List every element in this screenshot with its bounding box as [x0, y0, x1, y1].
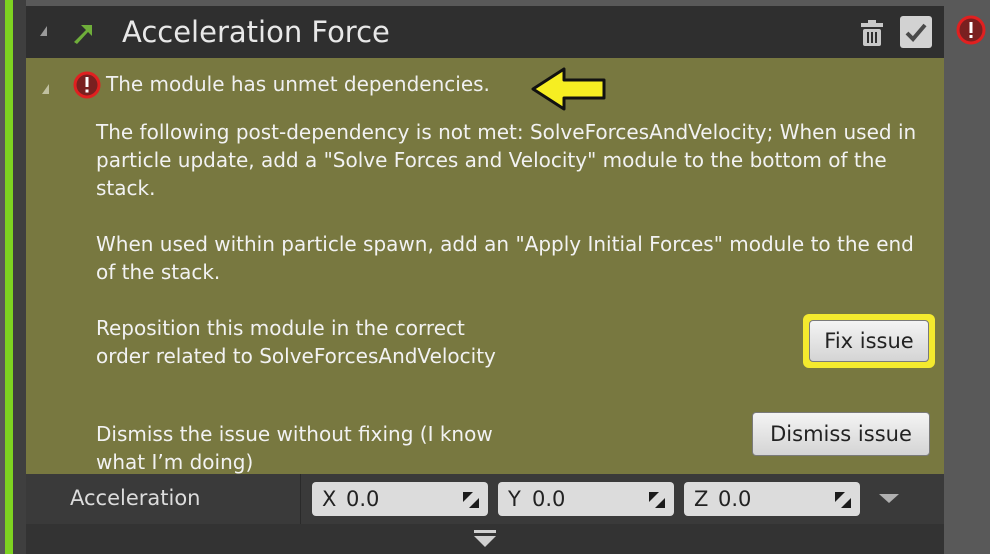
fix-issue-button[interactable]: Fix issue [809, 320, 929, 362]
module-header[interactable]: Acceleration Force [26, 6, 944, 58]
z-axis-label: Z [694, 487, 709, 511]
issue-panel: The module has unmet dependencies. The f… [26, 58, 944, 474]
module-panel: Acceleration Force The module has unmet … [26, 6, 944, 554]
y-axis-label: Y [508, 487, 521, 511]
fix-description: Reposition this module in the correct or… [96, 316, 496, 368]
vector-y-field[interactable]: Y 0.0 [498, 482, 674, 516]
vector-x-field[interactable]: X 0.0 [312, 482, 488, 516]
issue-description: The following post-dependency is not met… [96, 120, 917, 200]
collapse-triangle-icon[interactable] [40, 26, 47, 36]
dismiss-description: Dismiss the issue without fixing (I know… [96, 422, 493, 474]
stack-gutter [13, 0, 26, 554]
yellow-arrow-icon [531, 67, 606, 111]
resize-handle-icon[interactable] [648, 491, 666, 509]
error-icon [73, 71, 101, 99]
issue-collapse-triangle-icon[interactable] [42, 84, 49, 94]
enable-checkbox[interactable] [900, 16, 932, 48]
module-title: Acceleration Force [122, 15, 390, 49]
module-accent-bar [5, 0, 13, 554]
x-value[interactable]: 0.0 [346, 487, 379, 511]
expand-down-icon[interactable] [474, 530, 496, 548]
x-axis-label: X [322, 487, 337, 511]
parameter-label: Acceleration [70, 486, 201, 510]
trash-icon[interactable] [860, 19, 884, 47]
parameter-row: Acceleration X 0.0 Y 0.0 Z 0.0 [26, 474, 944, 524]
module-error-icon [956, 15, 986, 45]
column-divider[interactable] [300, 474, 301, 524]
issue-description-spawn: When used within particle spawn, add an … [96, 232, 914, 284]
dismiss-issue-button[interactable]: Dismiss issue [752, 412, 930, 456]
y-value[interactable]: 0.0 [532, 487, 565, 511]
z-value[interactable]: 0.0 [718, 487, 751, 511]
issue-headline: The module has unmet dependencies. [106, 72, 490, 96]
green-arrow-icon [74, 25, 92, 44]
resize-handle-icon[interactable] [462, 491, 480, 509]
dropdown-icon[interactable] [879, 494, 899, 503]
resize-handle-icon[interactable] [834, 491, 852, 509]
vector-z-field[interactable]: Z 0.0 [684, 482, 860, 516]
fix-issue-highlight: Fix issue [803, 314, 935, 368]
module-footer [26, 524, 944, 554]
checkbox-checked-icon [905, 23, 927, 42]
